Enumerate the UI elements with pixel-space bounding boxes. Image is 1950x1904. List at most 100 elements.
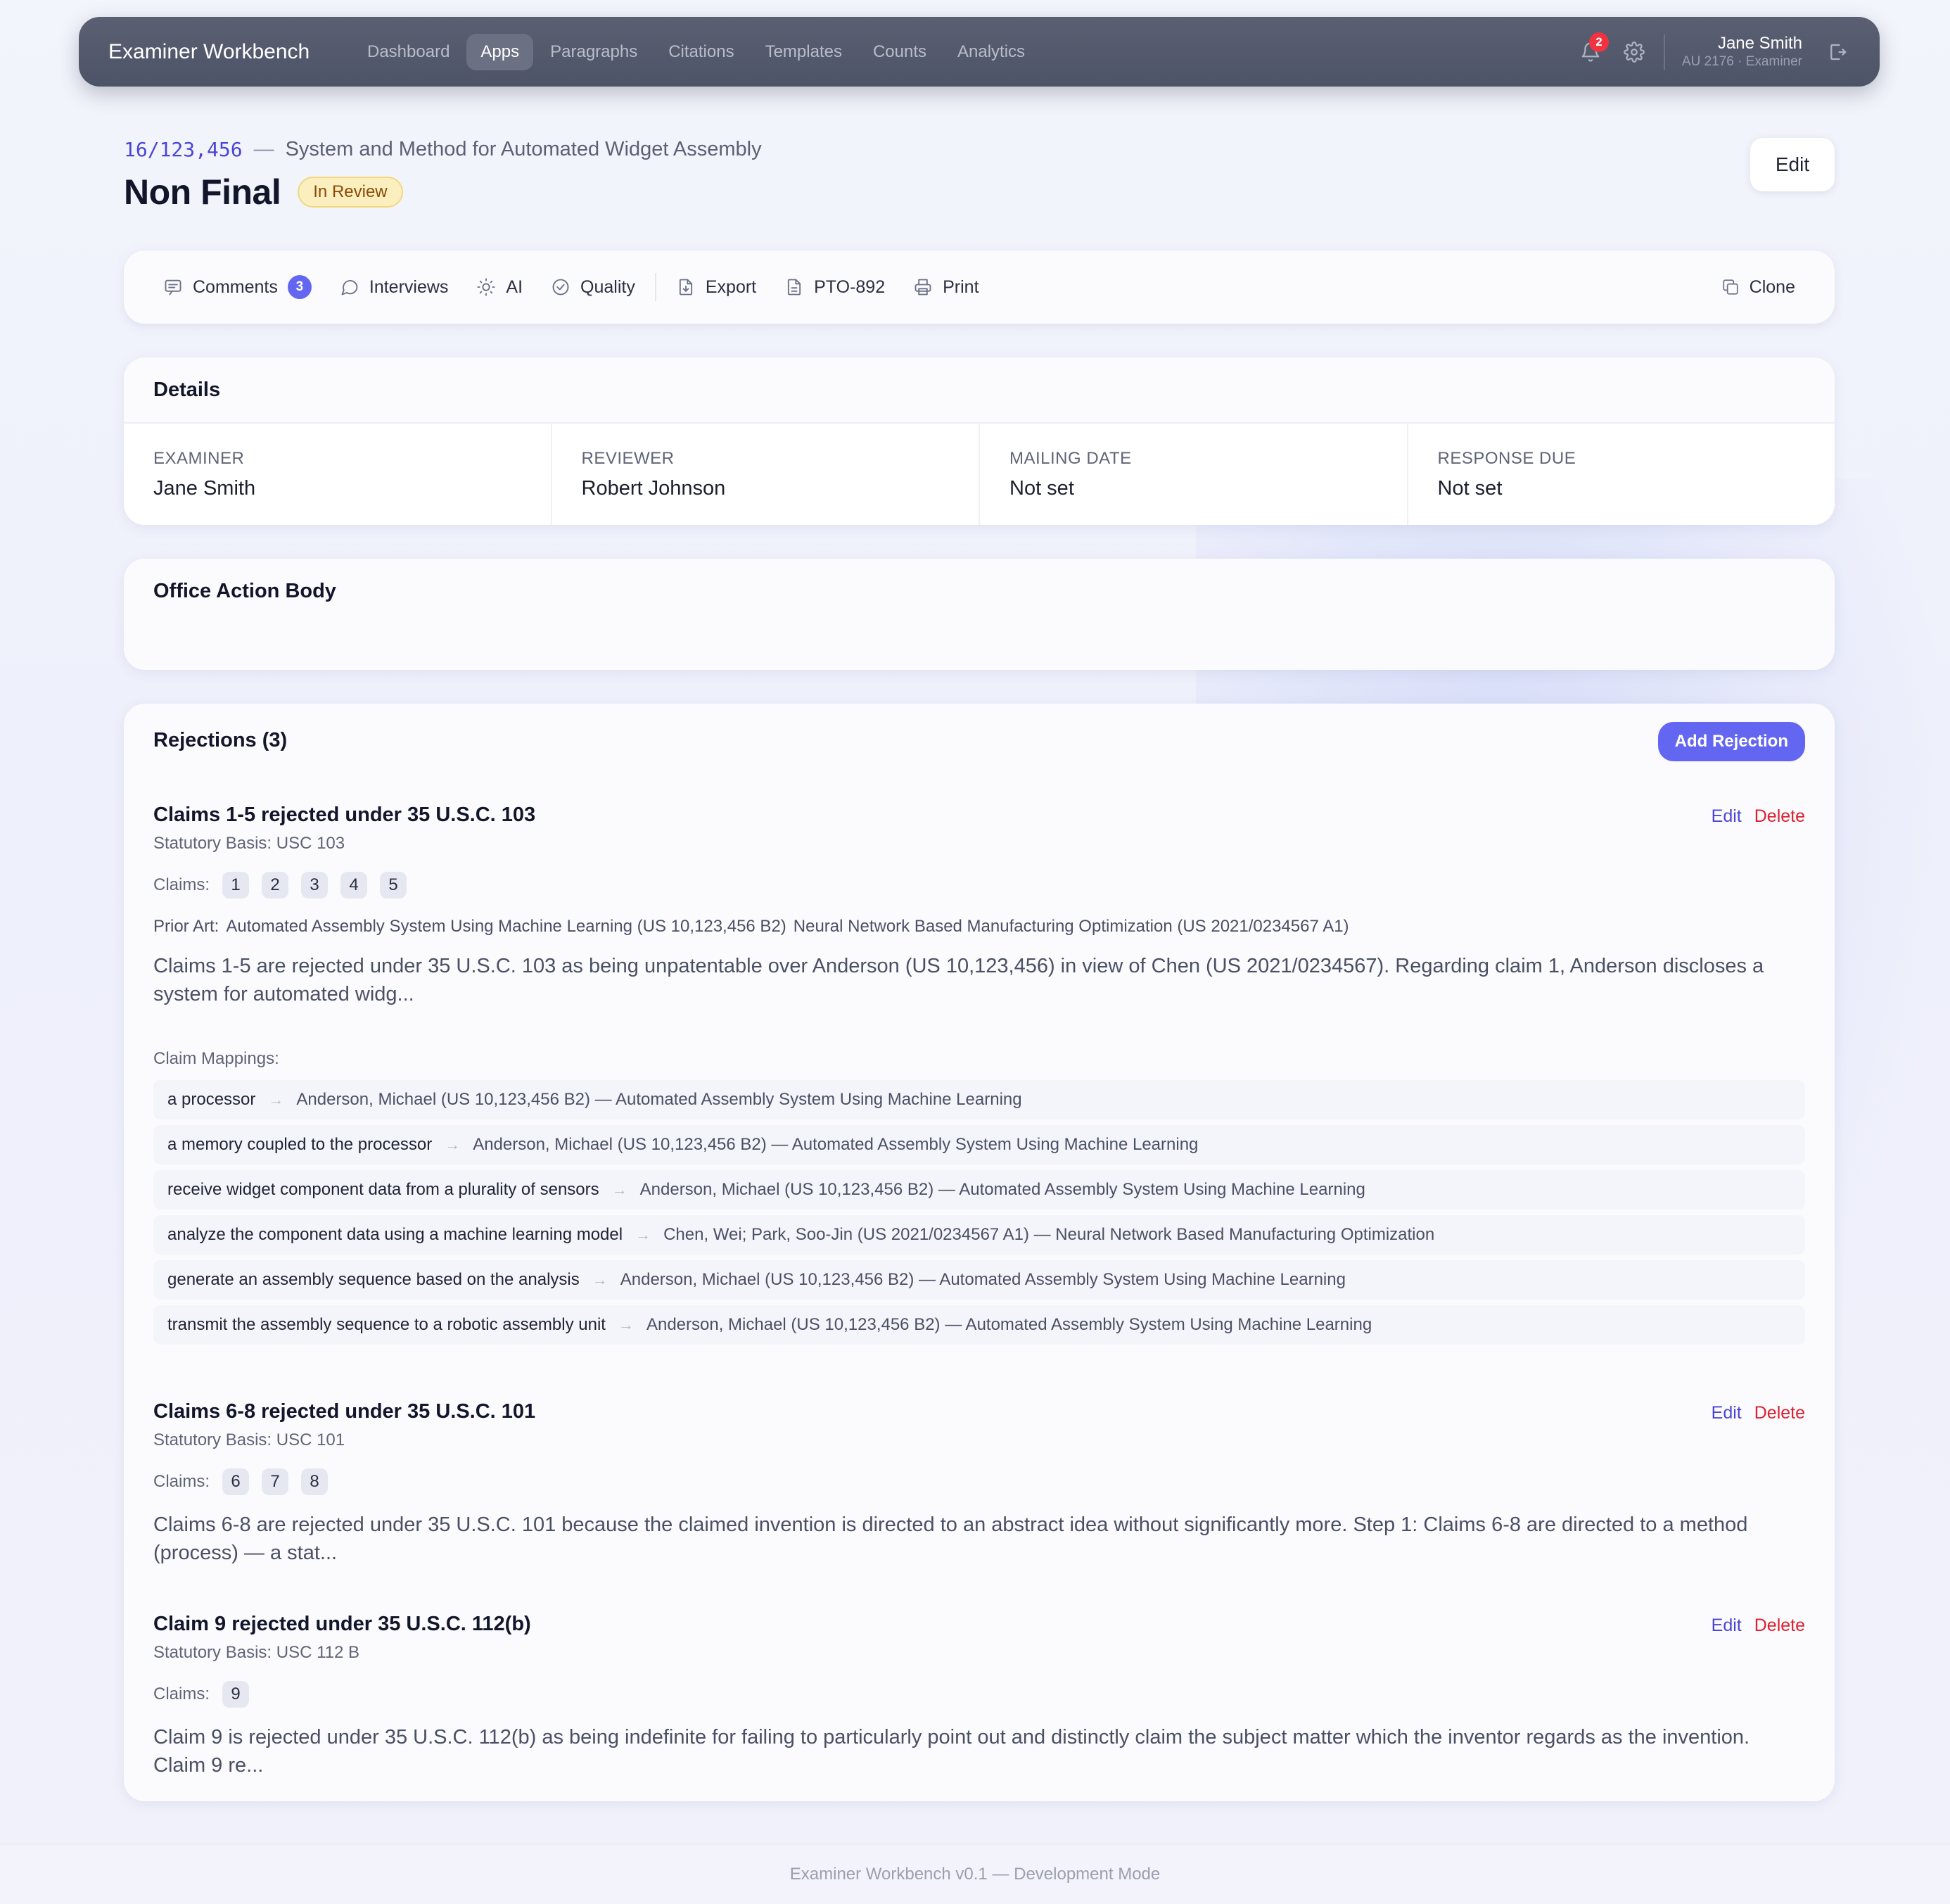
details-title: Details (153, 379, 221, 401)
nav-link-citations[interactable]: Citations (654, 34, 748, 70)
export-label: Export (705, 277, 757, 297)
mapping-reference: Anderson, Michael (US 10,123,456 B2) — A… (646, 1315, 1372, 1334)
mapping-claim-element: transmit the assembly sequence to a robo… (167, 1315, 606, 1334)
detail-label: EXAMINER (153, 449, 245, 468)
rejection-edit-link[interactable]: Edit (1712, 1403, 1742, 1423)
file-download-icon (679, 279, 692, 296)
comment-icon (165, 279, 181, 296)
edit-button[interactable]: Edit (1750, 138, 1835, 191)
arrow-right-icon: → (611, 1181, 627, 1198)
details-card: Details EXAMINER Jane Smith REVIEWER Rob… (124, 357, 1835, 525)
arrow-right-icon: → (268, 1091, 284, 1108)
rejection-delete-link[interactable]: Delete (1754, 806, 1805, 827)
mapping-claim-element: analyze the component data using a machi… (167, 1225, 623, 1244)
export-button[interactable]: Export (662, 270, 770, 305)
pto892-label: PTO-892 (814, 277, 886, 297)
gear-icon (1624, 41, 1645, 63)
nav-link-counts[interactable]: Counts (859, 34, 941, 70)
claim-mapping-row: receive widget component data from a plu… (153, 1170, 1805, 1210)
comments-button[interactable]: Comments 3 (149, 268, 326, 306)
mapping-claim-element: a processor (167, 1090, 256, 1109)
rejection-actions: Edit Delete (1712, 806, 1805, 827)
prior-art-reference: Neural Network Based Manufacturing Optim… (793, 917, 1349, 936)
arrow-right-icon: → (592, 1271, 608, 1288)
status-badge: In Review (298, 177, 403, 208)
brand-name[interactable]: Examiner Workbench (108, 40, 340, 64)
top-navbar: Examiner Workbench Dashboard Apps Paragr… (79, 17, 1880, 87)
rejection-edit-link[interactable]: Edit (1712, 806, 1742, 827)
title-separator: — (253, 138, 274, 160)
claims-label: Claims: (153, 875, 210, 894)
mapping-claim-element: generate an assembly sequence based on t… (167, 1270, 580, 1289)
detail-examiner: EXAMINER Jane Smith (124, 424, 552, 525)
rejection-title: Claims 6-8 rejected under 35 U.S.C. 101 (153, 1400, 536, 1423)
claim-chip[interactable]: 1 (222, 872, 250, 899)
application-title: System and Method for Automated Widget A… (285, 138, 762, 160)
rejection-actions: Edit Delete (1712, 1403, 1805, 1423)
claim-chip[interactable]: 7 (262, 1468, 289, 1495)
claim-chip[interactable]: 9 (222, 1681, 250, 1708)
statutory-basis: Statutory Basis: USC 103 (153, 834, 345, 853)
arrow-right-icon: → (618, 1316, 634, 1333)
ai-label: AI (506, 277, 523, 297)
mapping-reference: Anderson, Michael (US 10,123,456 B2) — A… (296, 1090, 1022, 1109)
rejection-text: Claim 9 is rejected under 35 U.S.C. 112(… (153, 1726, 1750, 1777)
logout-icon (1830, 44, 1847, 60)
rejection-delete-link[interactable]: Delete (1754, 1616, 1805, 1636)
rejection-text: Claims 6-8 are rejected under 35 U.S.C. … (153, 1513, 1748, 1564)
nav-right: 2 Jane Smith AU 2176 · Examiner (1576, 32, 1852, 70)
arrow-right-icon: → (635, 1226, 651, 1243)
office-action-body-title: Office Action Body (153, 580, 336, 602)
office-action-body-card: Office Action Body (124, 559, 1835, 670)
nav-link-analytics[interactable]: Analytics (943, 34, 1039, 70)
claim-chip[interactable]: 3 (301, 872, 329, 899)
page-title: Non Final (124, 172, 281, 212)
copy-icon (1723, 279, 1738, 295)
nav-link-templates[interactable]: Templates (751, 34, 856, 70)
add-rejection-button[interactable]: Add Rejection (1657, 722, 1805, 761)
detail-label: RESPONSE DUE (1437, 449, 1576, 468)
user-name: Jane Smith (1717, 33, 1802, 53)
rejection-delete-link[interactable]: Delete (1754, 1403, 1805, 1423)
settings-button[interactable] (1620, 38, 1648, 66)
mapping-claim-element: a memory coupled to the processor (167, 1135, 433, 1154)
rejection-edit-link[interactable]: Edit (1712, 1616, 1742, 1636)
quality-button[interactable]: Quality (537, 270, 649, 305)
nav-link-paragraphs[interactable]: Paragraphs (536, 34, 651, 70)
claims-row: Claims: 1 2 3 4 5 (153, 872, 1805, 899)
rejections-card: Rejections (3) Add Rejection Claims 1-5 … (124, 704, 1835, 1801)
detail-value: Not set (1437, 477, 1503, 500)
notifications-button[interactable]: 2 (1576, 32, 1609, 66)
print-button[interactable]: Print (899, 270, 993, 305)
pto892-button[interactable]: PTO-892 (770, 270, 899, 305)
claim-chip[interactable]: 8 (301, 1468, 329, 1495)
claim-chip[interactable]: 2 (262, 872, 289, 899)
arrow-right-icon: → (445, 1136, 461, 1153)
nav-link-dashboard[interactable]: Dashboard (353, 34, 464, 70)
interviews-button[interactable]: Interviews (326, 270, 463, 305)
claims-row: Claims: 9 (153, 1681, 1805, 1708)
clone-button[interactable]: Clone (1707, 270, 1809, 305)
claim-mapping-row: transmit the assembly sequence to a robo… (153, 1305, 1805, 1345)
nav-link-apps[interactable]: Apps (466, 33, 534, 70)
prior-art-reference: Automated Assembly System Using Machine … (226, 917, 786, 936)
mapping-claim-element: receive widget component data from a plu… (167, 1180, 599, 1199)
claim-chip[interactable]: 5 (380, 872, 407, 899)
rejection-title: Claim 9 rejected under 35 U.S.C. 112(b) (153, 1613, 531, 1635)
ai-button[interactable]: AI (462, 270, 537, 305)
user-info[interactable]: Jane Smith AU 2176 · Examiner (1682, 34, 1802, 70)
claim-chip[interactable]: 4 (340, 872, 368, 899)
application-number[interactable]: 16/123,456 (124, 138, 243, 161)
mapping-reference: Anderson, Michael (US 10,123,456 B2) — A… (473, 1135, 1199, 1154)
rejection-actions: Edit Delete (1712, 1616, 1805, 1636)
claim-mapping-row: a memory coupled to the processor → Ande… (153, 1125, 1805, 1164)
claim-chip[interactable]: 6 (222, 1468, 250, 1495)
rejection-item: Claims 6-8 rejected under 35 U.S.C. 101 … (153, 1400, 1805, 1567)
prior-art-label: Prior Art: (153, 917, 219, 936)
page-title-row: Non Final In Review (124, 172, 403, 212)
detail-value: Robert Johnson (581, 477, 726, 500)
logout-button[interactable] (1823, 38, 1852, 66)
claims-label: Claims: (153, 1472, 210, 1491)
detail-mailing-date: MAILING DATE Not set (980, 424, 1408, 525)
check-circle-icon (552, 279, 569, 296)
